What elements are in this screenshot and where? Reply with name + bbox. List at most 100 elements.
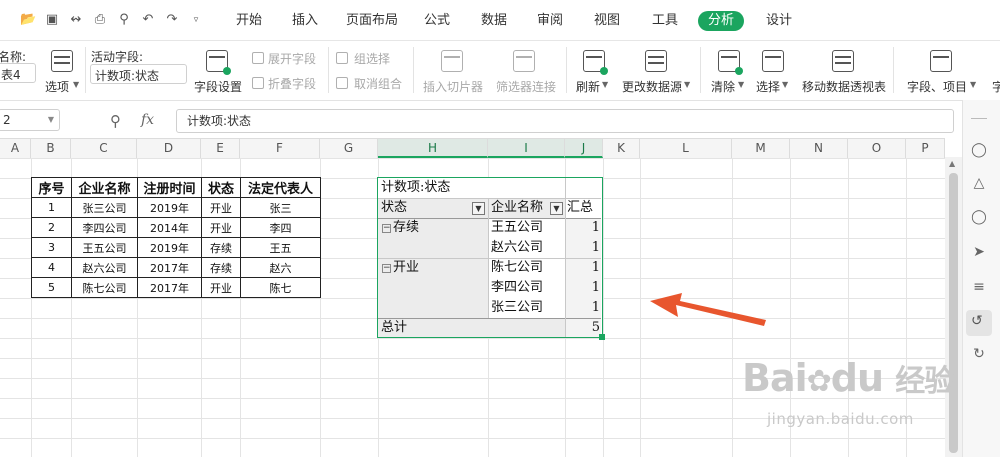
column-header-f[interactable]: F [240, 139, 320, 158]
pivot-title[interactable]: 计数项:状态 [381, 178, 450, 198]
column-header-l[interactable]: L [640, 139, 732, 158]
history-icon[interactable]: ↻ [970, 345, 988, 363]
column-header-p[interactable]: P [906, 139, 945, 158]
expand-field-button[interactable]: 展开字段 [268, 50, 316, 67]
insert-slicer-button[interactable]: 插入切片器 [423, 78, 483, 95]
pivot-item-count[interactable]: 1 [592, 218, 600, 238]
table-cell[interactable]: 2014年 [137, 217, 202, 238]
style-icon[interactable]: △ [970, 174, 988, 192]
zoom-icon[interactable]: ⚲ [110, 112, 121, 130]
fields-items-button[interactable]: 字段、项目 [907, 78, 967, 95]
pivot-item-company[interactable]: 陈七公司 [491, 258, 543, 278]
menu-view[interactable]: 视图 [594, 12, 620, 30]
clear-button[interactable]: 清除 [711, 78, 735, 95]
select-button[interactable]: 选择 [756, 78, 780, 95]
shapes-icon[interactable]: ◯ [970, 141, 988, 159]
table-header-cell[interactable]: 状态 [201, 177, 241, 198]
format-painter-icon[interactable]: ↭ [68, 12, 84, 28]
refresh-dropdown-icon[interactable]: ▼ [602, 80, 608, 89]
table-cell[interactable]: 2017年 [137, 257, 202, 278]
collapse-group-icon[interactable]: − [382, 264, 391, 273]
table-header-cell[interactable]: 企业名称 [71, 177, 138, 198]
menu-review[interactable]: 审阅 [537, 12, 563, 30]
pivot-item-company[interactable]: 李四公司 [491, 278, 543, 298]
move-pivot-icon[interactable] [832, 50, 854, 72]
fill-handle[interactable] [599, 334, 605, 340]
pivot-group-label[interactable]: 开业 [393, 258, 419, 278]
table-cell[interactable]: 王五公司 [71, 237, 138, 258]
formula-input[interactable]: 计数项:状态 [176, 109, 954, 133]
table-cell[interactable]: 张三公司 [71, 197, 138, 218]
active-field-input[interactable]: 计数项:状态 [90, 64, 187, 84]
filter-connection-button[interactable]: 筛选器连接 [496, 78, 556, 95]
field-settings-button[interactable]: 字段设置 [194, 78, 242, 95]
pivot-item-company[interactable]: 王五公司 [491, 218, 543, 238]
scroll-up-icon[interactable]: ▲ [949, 159, 955, 168]
cell-reference-box[interactable]: 2 ▼ [0, 109, 60, 131]
refresh-button[interactable]: 刷新 [576, 78, 600, 95]
table-cell[interactable]: 5 [31, 277, 72, 298]
table-cell[interactable]: 王五 [240, 237, 321, 258]
pivot-name-input[interactable]: 表4 [0, 63, 36, 83]
print-preview-icon[interactable]: ⚲ [116, 12, 132, 28]
table-cell[interactable]: 李四公司 [71, 217, 138, 238]
pivot-item-company[interactable]: 张三公司 [491, 298, 543, 318]
folder-icon[interactable]: 📂 [20, 12, 36, 28]
table-cell[interactable]: 张三 [240, 197, 321, 218]
pivot-item-count[interactable]: 1 [592, 258, 600, 278]
table-cell[interactable]: 开业 [201, 197, 241, 218]
redo-icon[interactable]: ↷ [164, 12, 180, 28]
column-header-h[interactable]: H [378, 139, 488, 158]
collapse-field-button[interactable]: 折叠字段 [268, 75, 316, 92]
table-cell[interactable]: 赵六公司 [71, 257, 138, 278]
pivot-header-status[interactable]: 状态 [381, 198, 407, 218]
pivot-item-company[interactable]: 赵六公司 [491, 238, 543, 258]
undo-icon[interactable]: ↶ [140, 12, 156, 28]
menu-data[interactable]: 数据 [481, 12, 507, 30]
table-cell[interactable]: 赵六 [240, 257, 321, 278]
menu-analyze[interactable]: 分析 [698, 11, 745, 31]
table-cell[interactable]: 李四 [240, 217, 321, 238]
menu-page-layout[interactable]: 页面布局 [346, 12, 398, 30]
options-dropdown-icon[interactable]: ▼ [73, 80, 79, 89]
settings-sliders-icon[interactable]: ≡ [970, 278, 988, 296]
column-header-o[interactable]: O [848, 139, 906, 158]
status-filter-dropdown-icon[interactable]: ▼ [472, 202, 485, 215]
table-cell[interactable]: 存续 [201, 257, 241, 278]
menu-design[interactable]: 设计 [766, 12, 792, 30]
column-header-e[interactable]: E [201, 139, 240, 158]
change-source-dropdown-icon[interactable]: ▼ [684, 80, 690, 89]
shield-icon[interactable]: ◯ [970, 208, 988, 226]
table-cell[interactable]: 陈七 [240, 277, 321, 298]
select-icon[interactable] [762, 50, 784, 72]
table-cell[interactable]: 存续 [201, 237, 241, 258]
column-header-i[interactable]: I [488, 139, 565, 158]
collapse-group-icon[interactable]: − [382, 224, 391, 233]
options-button[interactable]: 选项 [45, 78, 69, 95]
menu-insert[interactable]: 插入 [292, 12, 318, 30]
scrollbar-thumb[interactable] [949, 173, 958, 453]
change-source-button[interactable]: 更改数据源 [622, 78, 682, 95]
table-cell[interactable]: 2017年 [137, 277, 202, 298]
menu-formulas[interactable]: 公式 [424, 12, 450, 30]
table-cell[interactable]: 2 [31, 217, 72, 238]
fields-items-dropdown-icon[interactable]: ▼ [970, 80, 976, 89]
truncated-button[interactable]: 字 [992, 78, 1000, 95]
pivot-grand-total-label[interactable]: 总计 [381, 318, 407, 338]
change-source-icon[interactable] [645, 50, 667, 72]
table-cell[interactable]: 4 [31, 257, 72, 278]
column-header-d[interactable]: D [137, 139, 201, 158]
vertical-scrollbar[interactable]: ▲ [945, 157, 962, 457]
column-header-j[interactable]: J [565, 139, 603, 158]
pivot-table[interactable]: 计数项:状态 状态 ▼ 企业名称 ▼ 汇总 − 存续 王五公司 1 赵六公司 1… [377, 177, 603, 338]
table-header-cell[interactable]: 序号 [31, 177, 72, 198]
print-icon[interactable]: ⎙ [92, 12, 108, 28]
table-cell[interactable]: 开业 [201, 277, 241, 298]
table-cell[interactable]: 2019年 [137, 197, 202, 218]
table-cell[interactable]: 1 [31, 197, 72, 218]
table-header-cell[interactable]: 注册时间 [137, 177, 202, 198]
menu-tools[interactable]: 工具 [652, 12, 678, 30]
pivot-fields-panel-button[interactable]: ↺ [966, 310, 992, 336]
column-header-c[interactable]: C [71, 139, 137, 158]
fields-items-icon[interactable] [930, 50, 952, 72]
